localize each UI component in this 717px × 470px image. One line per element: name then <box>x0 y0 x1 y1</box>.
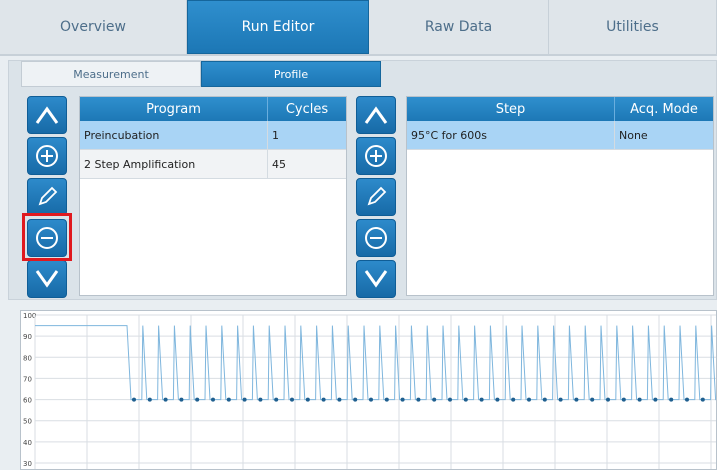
edit-step-button[interactable] <box>356 178 396 216</box>
acquisition-point <box>527 397 531 402</box>
acquisition-point <box>574 397 579 402</box>
program-table: Program Cycles Preincubation 1 2 Step Am… <box>79 96 347 296</box>
column-header-acq-mode[interactable]: Acq. Mode <box>615 97 713 121</box>
minus-circle-icon <box>365 227 387 249</box>
step-move-down-button[interactable] <box>356 260 396 298</box>
acquisition-point <box>448 397 452 402</box>
program-name: Preincubation <box>80 121 268 149</box>
acquisition-point <box>653 397 658 402</box>
y-tick-label: 60 <box>23 397 32 405</box>
step-table: Step Acq. Mode 95°C for 600s None <box>406 96 714 296</box>
acquisition-point <box>132 397 136 402</box>
program-cycles: 1 <box>272 128 279 142</box>
y-tick-label: 90 <box>23 333 32 341</box>
step-toolbar <box>356 96 396 298</box>
pencil-icon <box>38 186 58 206</box>
step-move-up-button[interactable] <box>356 96 396 134</box>
pencil-icon <box>367 186 387 206</box>
sub-tab-bar: Measurement Profile <box>21 61 381 87</box>
table-row[interactable]: 95°C for 600s None <box>407 121 713 150</box>
acquisition-point <box>558 397 563 402</box>
program-name: 2 Step Amplification <box>80 150 268 178</box>
acquisition-point <box>258 397 263 402</box>
acquisition-point <box>400 397 405 402</box>
tab-run-editor[interactable]: Run Editor <box>187 0 369 54</box>
acquisition-point <box>621 397 626 402</box>
y-tick-label: 100 <box>23 312 36 320</box>
acquisition-point <box>226 397 231 402</box>
move-up-button[interactable] <box>27 96 67 134</box>
y-tick-label: 50 <box>23 418 32 426</box>
acquisition-point <box>195 397 200 402</box>
highlight-box <box>22 213 72 261</box>
acquisition-point <box>369 397 373 402</box>
acquisition-point <box>432 397 437 402</box>
profile-panel: Measurement Profile Program Cycles Prein… <box>8 60 717 300</box>
acquisition-point <box>305 397 310 402</box>
chevron-up-icon <box>364 106 388 124</box>
tab-overview[interactable]: Overview <box>0 0 187 54</box>
column-header-program[interactable]: Program <box>80 97 268 121</box>
tab-utilities[interactable]: Utilities <box>549 0 717 54</box>
acquisition-point <box>495 397 500 402</box>
acquisition-point <box>242 397 247 402</box>
acquisition-point <box>163 397 168 402</box>
remove-step-button[interactable] <box>356 219 396 257</box>
acquisition-point <box>179 397 184 402</box>
y-tick-label: 40 <box>23 439 32 447</box>
acquisition-point <box>211 397 215 402</box>
acquisition-point <box>542 397 547 402</box>
acquisition-point <box>384 397 389 402</box>
temperature-profile-chart: 100 90 80 70 60 50 40 30 <box>20 310 717 470</box>
program-table-header: Program Cycles <box>80 97 346 121</box>
y-tick-label: 70 <box>23 375 32 383</box>
acquisition-point <box>463 397 468 402</box>
acquisition-point <box>321 397 326 402</box>
table-row[interactable]: Preincubation 1 <box>80 121 346 150</box>
column-header-cycles[interactable]: Cycles <box>268 97 346 121</box>
column-header-step[interactable]: Step <box>407 97 615 121</box>
acquisition-point <box>590 397 595 402</box>
y-tick-label: 30 <box>23 460 32 468</box>
acquisition-point <box>700 397 705 402</box>
tab-profile[interactable]: Profile <box>201 61 381 87</box>
chevron-down-icon <box>35 270 59 288</box>
chevron-down-icon <box>364 270 388 288</box>
temperature-curve <box>35 325 716 401</box>
acquisition-point <box>353 397 358 402</box>
acquisition-point <box>637 397 642 402</box>
acquisition-point <box>416 397 421 402</box>
step-table-header: Step Acq. Mode <box>407 97 713 121</box>
add-program-button[interactable] <box>27 137 67 175</box>
acquisition-point <box>274 397 279 402</box>
program-cycles: 45 <box>272 157 286 171</box>
step-description: 95°C for 600s <box>407 121 615 149</box>
acquisition-point <box>337 397 342 402</box>
y-tick-label: 80 <box>23 354 32 362</box>
program-toolbar <box>27 96 67 298</box>
move-down-button[interactable] <box>27 260 67 298</box>
acquisition-point <box>606 397 610 402</box>
table-row[interactable]: 2 Step Amplification 45 <box>80 150 346 179</box>
acquisition-point <box>479 397 484 402</box>
tab-measurement[interactable]: Measurement <box>21 61 201 87</box>
acquisition-point <box>669 397 674 402</box>
acquisition-point <box>685 397 689 402</box>
step-acq-mode: None <box>619 128 648 142</box>
chevron-up-icon <box>35 106 59 124</box>
plus-circle-icon <box>365 145 387 167</box>
acquisition-point <box>147 397 152 402</box>
main-tab-bar: Overview Run Editor Raw Data Utilities <box>0 0 717 56</box>
chart-canvas: 100 90 80 70 60 50 40 30 <box>23 312 716 469</box>
edit-program-button[interactable] <box>27 178 67 216</box>
acquisition-point <box>511 397 516 402</box>
acquisition-point <box>290 397 294 402</box>
tab-raw-data[interactable]: Raw Data <box>369 0 549 54</box>
plus-circle-icon <box>36 145 58 167</box>
add-step-button[interactable] <box>356 137 396 175</box>
